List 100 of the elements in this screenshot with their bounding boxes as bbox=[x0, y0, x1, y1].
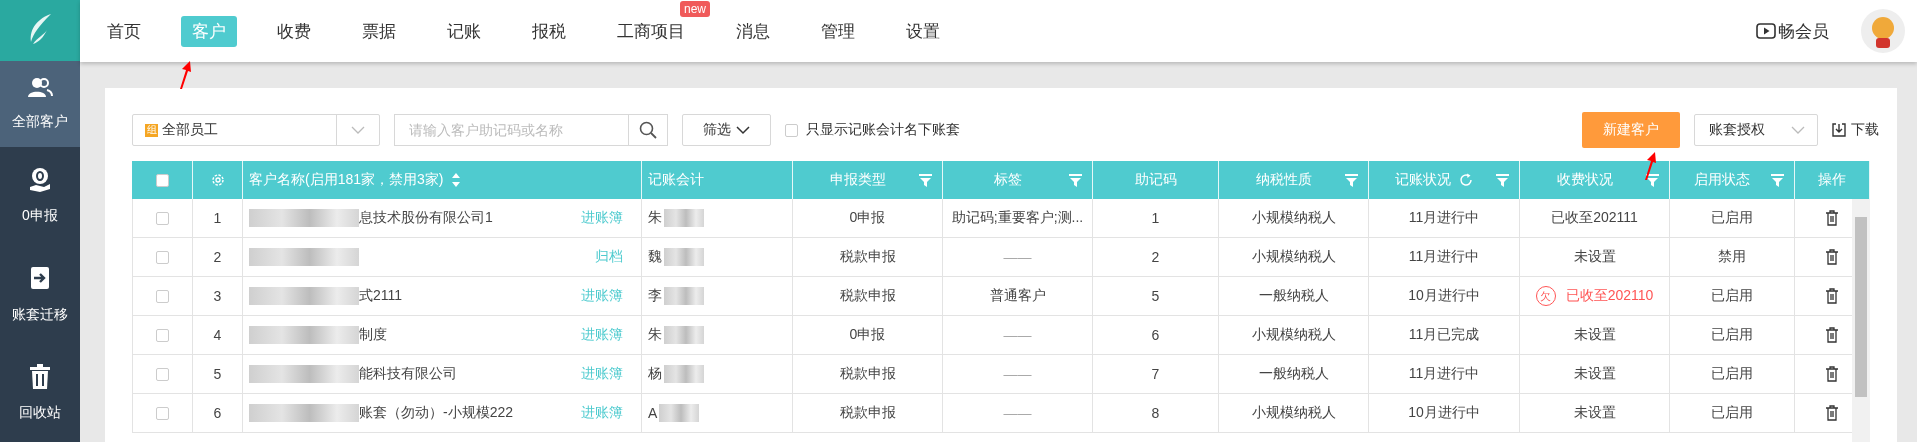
column-header: 申报类型 bbox=[829, 171, 886, 189]
refresh-icon[interactable] bbox=[1459, 173, 1473, 187]
delete-icon[interactable] bbox=[1825, 249, 1839, 265]
customer-name: 能科技有限公司 bbox=[359, 365, 457, 383]
nav-tab[interactable]: 工商项目 bbox=[606, 15, 696, 47]
row-number: 2 bbox=[213, 249, 222, 265]
accountant-name: 朱 bbox=[648, 326, 662, 344]
filter-icon[interactable] bbox=[1771, 173, 1784, 187]
customer-name: 制度 bbox=[359, 326, 387, 344]
sort-icon[interactable] bbox=[451, 172, 462, 188]
row-number: 4 bbox=[213, 327, 222, 343]
column-header: 标签 bbox=[993, 171, 1022, 189]
table-cell: 未设置 bbox=[1573, 326, 1616, 344]
filter-icon[interactable] bbox=[919, 173, 932, 187]
filter-button[interactable]: 筛选 bbox=[682, 114, 771, 146]
table-cell: 11月进行中 bbox=[1408, 209, 1480, 227]
filter-icon[interactable] bbox=[1496, 173, 1509, 187]
avatar[interactable] bbox=[1861, 9, 1905, 53]
nav-tab[interactable]: 管理 bbox=[810, 15, 866, 47]
row-checkbox[interactable] bbox=[156, 406, 169, 420]
filter-icon[interactable] bbox=[1069, 173, 1082, 187]
settings-icon[interactable] bbox=[210, 173, 225, 187]
blurred-text bbox=[659, 404, 700, 422]
column-header: 纳税性质 bbox=[1255, 171, 1312, 189]
nav-tab[interactable]: 票据 bbox=[351, 15, 407, 47]
table-cell: 禁用 bbox=[1718, 248, 1746, 266]
sidebar-item[interactable]: 0申报 bbox=[0, 147, 80, 246]
nav-tab[interactable]: 首页 bbox=[96, 15, 152, 47]
trash-icon bbox=[29, 363, 51, 390]
customer-name: 息技术股份有限公司1 bbox=[359, 209, 493, 227]
table-cell: 小规模纳税人 bbox=[1251, 209, 1336, 227]
filter-icon[interactable] bbox=[1646, 173, 1659, 187]
table-cell: 已收至202111 bbox=[1551, 209, 1638, 227]
import-icon bbox=[29, 265, 51, 292]
table-cell: 5 bbox=[1151, 288, 1160, 304]
nav-tab[interactable]: 消息 bbox=[725, 15, 781, 47]
table-cell: 10月进行中 bbox=[1408, 404, 1480, 422]
table-cell: 2 bbox=[1151, 249, 1160, 265]
table-cell: 未设置 bbox=[1573, 404, 1616, 422]
checkbox[interactable] bbox=[785, 123, 798, 137]
table-cell: 11月进行中 bbox=[1408, 248, 1480, 266]
search-field[interactable]: 请输入客户助记码或名称 bbox=[394, 114, 629, 146]
table-cell: 助记码;重要客户;测... bbox=[951, 209, 1084, 227]
table-cell: —— bbox=[1003, 327, 1032, 343]
accountant-name: 李 bbox=[648, 287, 662, 305]
delete-icon[interactable] bbox=[1825, 366, 1839, 382]
nav-tab[interactable]: 设置 bbox=[895, 15, 951, 47]
accountant-name: 朱 bbox=[648, 209, 662, 227]
row-checkbox[interactable] bbox=[156, 250, 169, 264]
download-link[interactable]: 下载 bbox=[1832, 121, 1879, 139]
table-cell: 1 bbox=[1151, 210, 1160, 226]
table-cell: 已收至202110 bbox=[1565, 287, 1654, 305]
accountant-name: 魏 bbox=[648, 248, 662, 266]
column-header: 记账状况 bbox=[1395, 171, 1451, 189]
blurred-text bbox=[664, 287, 704, 305]
chevron-down-icon bbox=[736, 125, 750, 135]
filter-icon[interactable] bbox=[1345, 173, 1358, 187]
table-cell: 已启用 bbox=[1711, 287, 1753, 305]
blurred-text bbox=[664, 326, 704, 344]
table-cell: 已启用 bbox=[1711, 209, 1753, 227]
table-cell: 未设置 bbox=[1573, 365, 1616, 383]
chevron-down-icon bbox=[351, 126, 365, 134]
checkbox-label: 只显示记账会计名下账套 bbox=[806, 121, 960, 139]
table-cell: 税款申报 bbox=[839, 287, 896, 305]
blurred-text bbox=[664, 365, 704, 383]
row-checkbox[interactable] bbox=[156, 328, 169, 342]
table-cell: 税款申报 bbox=[839, 248, 896, 266]
sidebar-item[interactable]: 全部客户 bbox=[0, 60, 80, 148]
table-cell: 未设置 bbox=[1573, 248, 1616, 266]
nav-tab[interactable]: 记账 bbox=[436, 15, 492, 47]
column-header: 记账会计 bbox=[648, 171, 704, 189]
table-cell: 0申报 bbox=[849, 326, 886, 344]
row-checkbox[interactable] bbox=[156, 367, 169, 381]
row-number: 5 bbox=[213, 366, 222, 382]
play-icon bbox=[1756, 23, 1776, 39]
delete-icon[interactable] bbox=[1825, 210, 1839, 226]
row-number: 1 bbox=[213, 210, 222, 226]
table-cell: 小规模纳税人 bbox=[1251, 248, 1336, 266]
nav-tab[interactable]: 报税 bbox=[521, 15, 577, 47]
delete-icon[interactable] bbox=[1825, 327, 1839, 343]
select-all-checkbox[interactable] bbox=[155, 173, 169, 187]
delete-icon[interactable] bbox=[1825, 405, 1839, 421]
column-header: 收费状况 bbox=[1556, 171, 1613, 189]
sidebar-item[interactable]: 回收站 bbox=[0, 343, 80, 442]
row-checkbox[interactable] bbox=[156, 289, 169, 303]
people-icon bbox=[27, 77, 53, 100]
row-number: 6 bbox=[213, 405, 222, 421]
nav-tab[interactable]: 收费 bbox=[266, 15, 322, 47]
table-cell: —— bbox=[1003, 366, 1032, 382]
search-button[interactable] bbox=[629, 114, 668, 146]
column-header: 客户名称(启用181家，禁用3家) bbox=[249, 171, 444, 189]
table-cell: 11月进行中 bbox=[1408, 365, 1480, 383]
auth-select[interactable]: 账套授权 bbox=[1694, 114, 1818, 146]
staff-select[interactable]: 组 全部员工 bbox=[132, 114, 380, 146]
sidebar-item[interactable]: 账套迁移 bbox=[0, 245, 80, 344]
customer-name: 账套（勿动）-小规模222 bbox=[359, 404, 514, 422]
download-icon bbox=[1832, 123, 1846, 137]
delete-icon[interactable] bbox=[1825, 288, 1839, 304]
member-link[interactable]: 畅会员 bbox=[1756, 19, 1829, 43]
row-checkbox[interactable] bbox=[156, 211, 169, 225]
